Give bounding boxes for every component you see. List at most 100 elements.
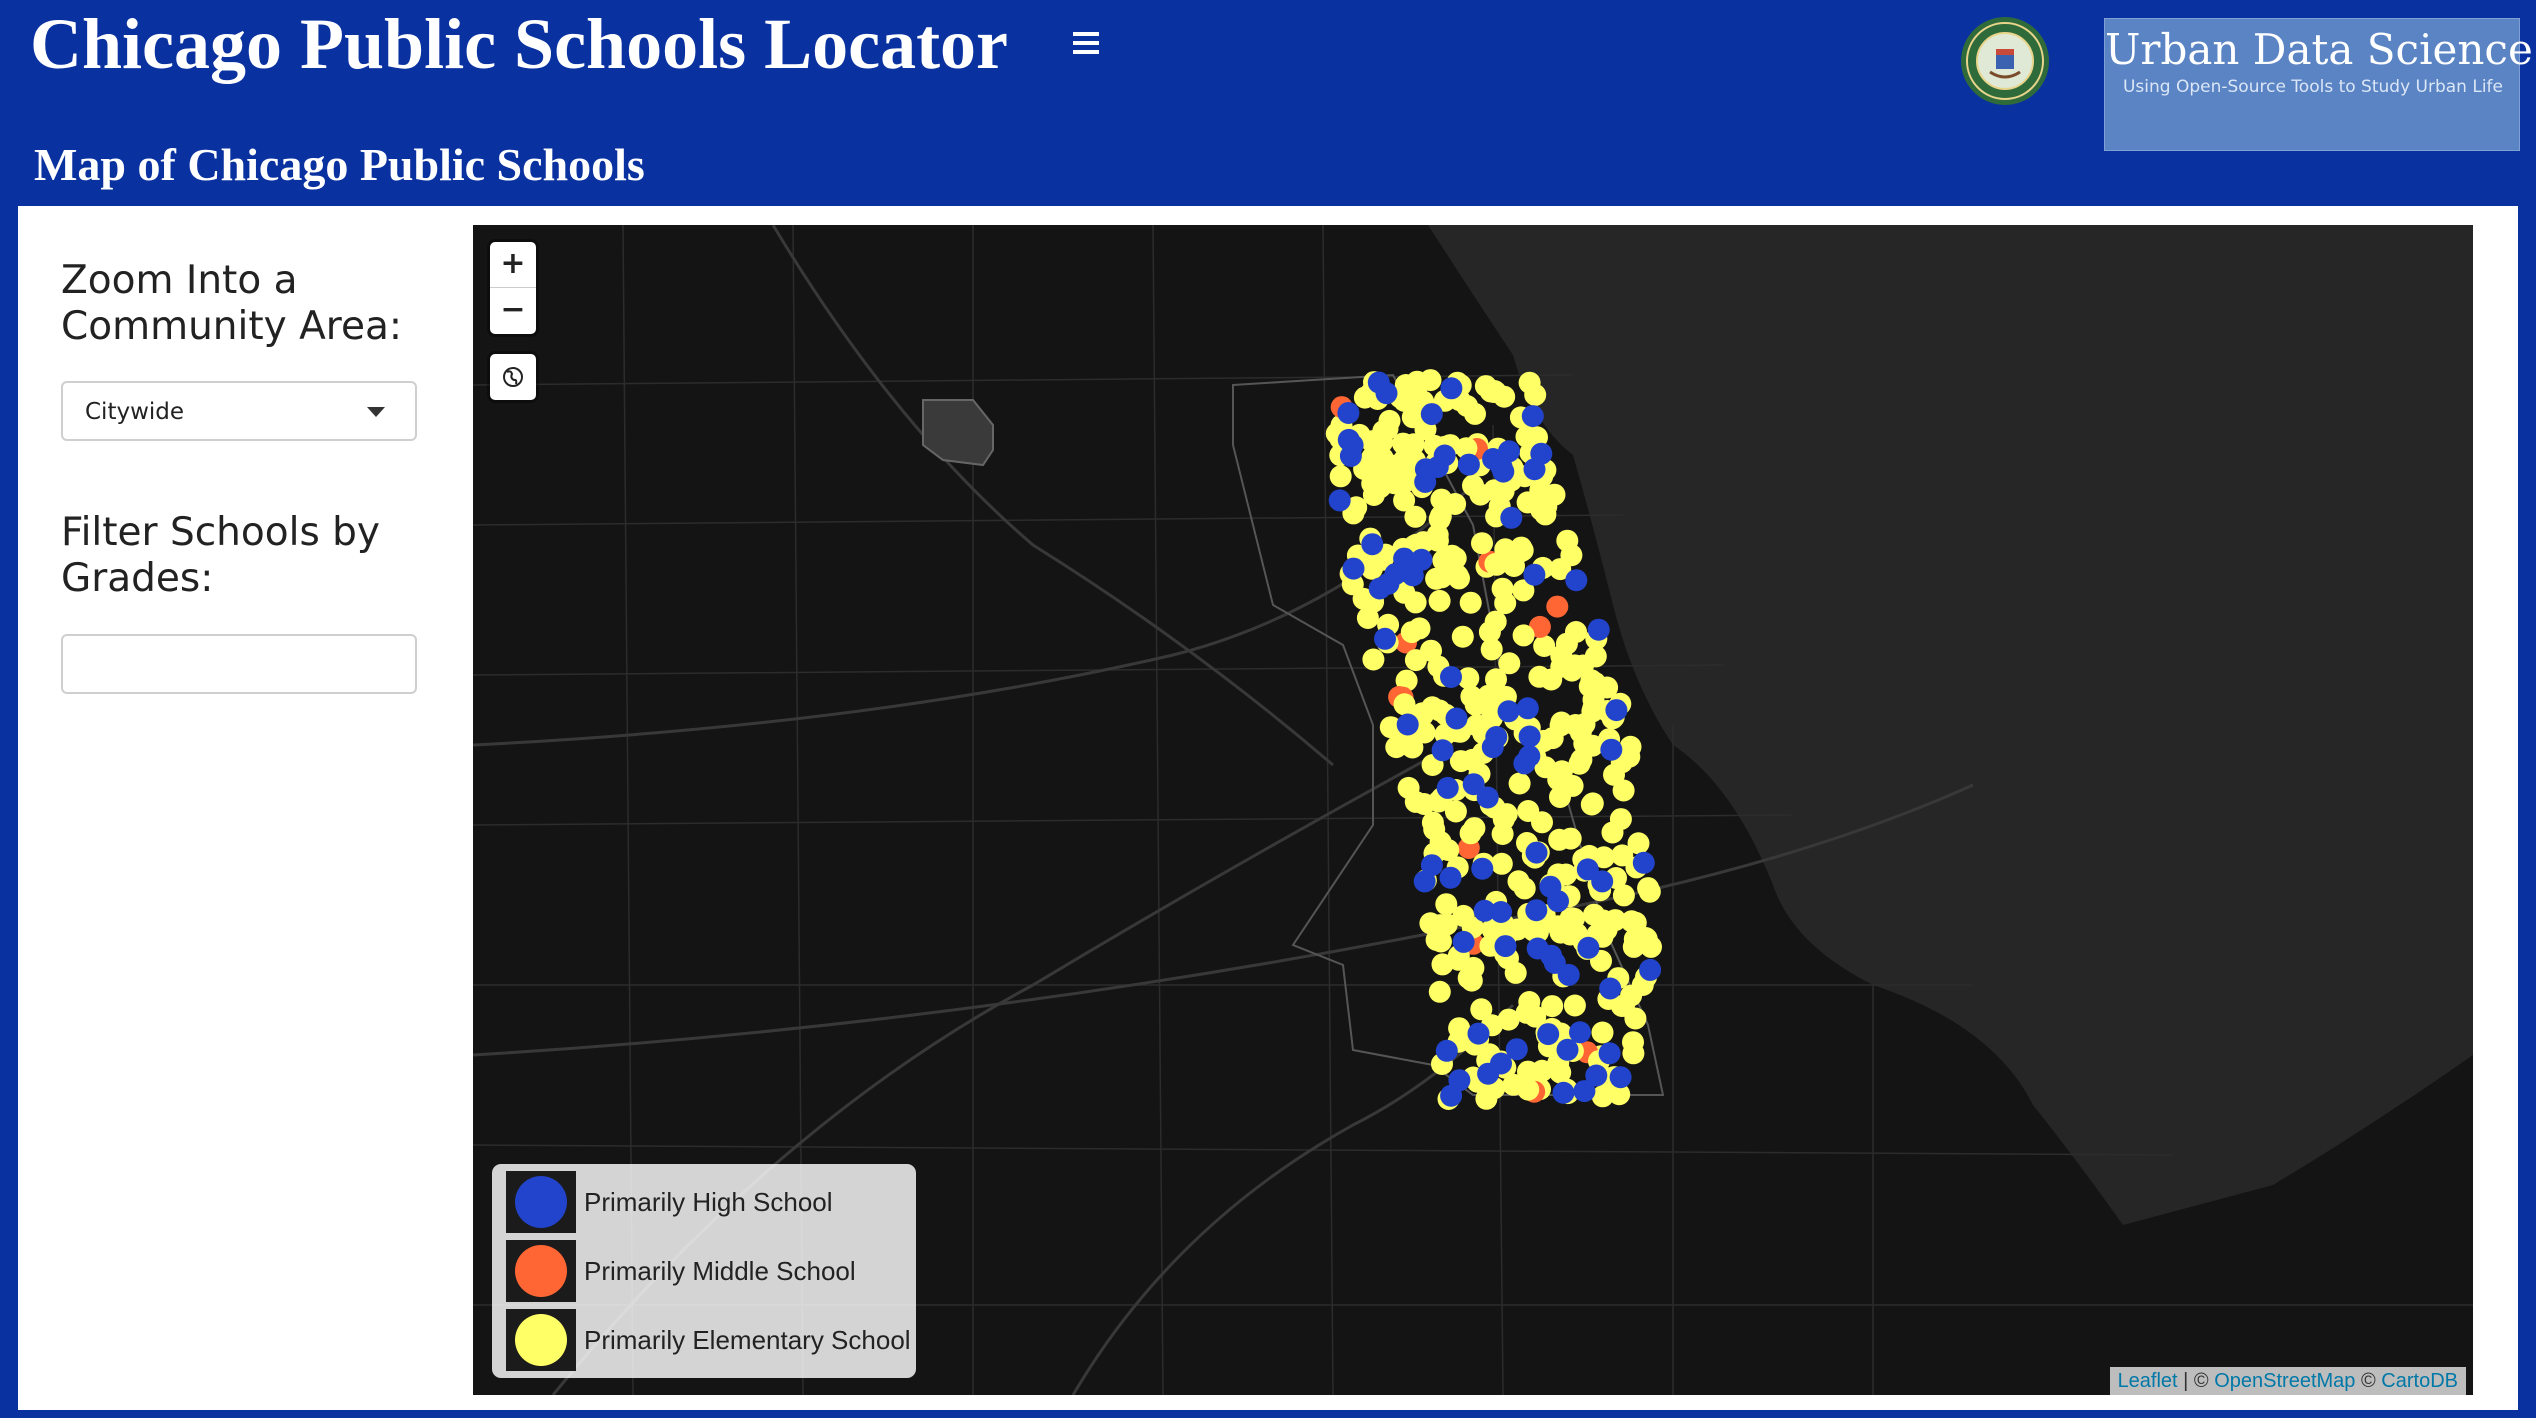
school-marker[interactable] (1459, 591, 1482, 614)
school-marker[interactable] (1494, 538, 1517, 561)
school-marker[interactable] (1474, 375, 1497, 398)
school-marker[interactable] (1598, 1042, 1621, 1065)
school-marker[interactable] (1539, 875, 1562, 898)
school-marker[interactable] (1557, 963, 1580, 986)
school-marker[interactable] (1531, 811, 1553, 834)
school-marker[interactable] (1342, 557, 1365, 580)
school-marker[interactable] (1619, 735, 1642, 758)
school-marker[interactable] (1517, 1078, 1540, 1101)
school-marker[interactable] (1500, 506, 1523, 529)
school-marker[interactable] (1445, 707, 1468, 730)
school-marker[interactable] (1360, 430, 1383, 453)
school-marker[interactable] (1497, 700, 1520, 723)
school-marker[interactable] (1599, 977, 1622, 1000)
school-marker[interactable] (1457, 967, 1480, 989)
school-marker[interactable] (1423, 818, 1446, 841)
school-marker[interactable] (1556, 1038, 1579, 1061)
school-marker[interactable] (1440, 666, 1462, 688)
school-marker[interactable] (1605, 699, 1628, 722)
school-marker[interactable] (1518, 725, 1541, 748)
school-marker[interactable] (1467, 1022, 1490, 1045)
school-marker[interactable] (1546, 595, 1569, 618)
school-marker[interactable] (1622, 1031, 1644, 1054)
school-marker[interactable] (1414, 470, 1437, 493)
school-marker[interactable] (1435, 1039, 1458, 1062)
school-marker[interactable] (1552, 1081, 1575, 1104)
school-marker[interactable] (1429, 505, 1452, 528)
school-marker[interactable] (1462, 474, 1484, 497)
school-marker[interactable] (1440, 1084, 1463, 1107)
school-marker[interactable] (1577, 936, 1600, 959)
school-marker[interactable] (1543, 483, 1566, 506)
school-marker[interactable] (1393, 489, 1416, 512)
school-marker[interactable] (1490, 901, 1512, 923)
school-marker[interactable] (1476, 786, 1499, 809)
school-marker[interactable] (1521, 405, 1544, 428)
school-marker[interactable] (1393, 693, 1416, 716)
school-marker[interactable] (1639, 958, 1662, 981)
school-marker[interactable] (1428, 589, 1451, 612)
school-marker[interactable] (1573, 732, 1596, 755)
school-marker[interactable] (1592, 909, 1615, 932)
school-marker[interactable] (1337, 402, 1360, 424)
school-marker[interactable] (1396, 713, 1419, 736)
school-marker[interactable] (1525, 841, 1548, 864)
school-marker[interactable] (1565, 621, 1587, 643)
school-marker[interactable] (1512, 624, 1535, 647)
grades-filter-input[interactable] (61, 634, 417, 694)
school-marker[interactable] (1413, 870, 1436, 893)
school-marker[interactable] (1435, 893, 1458, 916)
school-marker[interactable] (1452, 930, 1475, 953)
school-marker[interactable] (1426, 523, 1449, 546)
school-marker[interactable] (1364, 467, 1387, 490)
school-marker[interactable] (1528, 665, 1551, 688)
school-marker[interactable] (1362, 648, 1385, 671)
school-marker[interactable] (1537, 1023, 1560, 1046)
school-marker[interactable] (1404, 591, 1427, 614)
school-marker[interactable] (1550, 711, 1573, 734)
school-marker[interactable] (1471, 857, 1494, 880)
school-marker[interactable] (1356, 607, 1379, 629)
school-marker[interactable] (1392, 432, 1415, 455)
school-marker[interactable] (1591, 870, 1614, 893)
school-marker[interactable] (1565, 569, 1588, 592)
zoom-out-button[interactable]: − (490, 288, 536, 334)
school-marker[interactable] (1523, 458, 1546, 481)
school-marker[interactable] (1374, 627, 1396, 650)
school-marker[interactable] (1505, 1038, 1528, 1061)
school-marker[interactable] (1419, 369, 1442, 392)
school-marker[interactable] (1436, 776, 1459, 799)
school-marker[interactable] (1580, 669, 1603, 692)
school-marker[interactable] (1429, 914, 1452, 937)
school-marker[interactable] (1481, 736, 1504, 759)
school-marker[interactable] (1526, 937, 1549, 960)
school-marker[interactable] (1624, 911, 1647, 934)
school-marker[interactable] (1560, 544, 1583, 567)
school-marker[interactable] (1441, 544, 1463, 567)
school-marker[interactable] (1375, 382, 1398, 405)
school-marker[interactable] (1457, 453, 1480, 476)
school-marker[interactable] (1559, 827, 1582, 850)
school-marker[interactable] (1361, 533, 1384, 556)
school-marker[interactable] (1547, 768, 1570, 791)
school-marker[interactable] (1329, 465, 1352, 488)
school-marker[interactable] (1485, 668, 1507, 691)
school-marker[interactable] (1591, 1021, 1614, 1044)
school-marker[interactable] (1624, 1007, 1647, 1030)
school-marker[interactable] (1587, 618, 1610, 641)
school-marker[interactable] (1492, 480, 1515, 503)
school-marker[interactable] (1518, 371, 1541, 394)
school-marker[interactable] (1368, 577, 1391, 600)
school-marker[interactable] (1518, 745, 1541, 768)
school-marker[interactable] (1531, 1059, 1553, 1082)
urban-data-science-logo[interactable]: Urban Data Science Using Open-Source Too… (2104, 18, 2533, 151)
school-marker[interactable] (1328, 489, 1351, 512)
school-marker[interactable] (1508, 772, 1531, 795)
hamburger-menu-icon[interactable] (1073, 32, 1099, 54)
community-area-select[interactable]: Citywide (61, 381, 417, 441)
school-marker[interactable] (1401, 564, 1424, 587)
leaflet-link[interactable]: Leaflet (2118, 1370, 2178, 1392)
school-marker[interactable] (1504, 961, 1527, 984)
school-marker[interactable] (1428, 980, 1451, 1003)
school-marker[interactable] (1477, 693, 1500, 716)
